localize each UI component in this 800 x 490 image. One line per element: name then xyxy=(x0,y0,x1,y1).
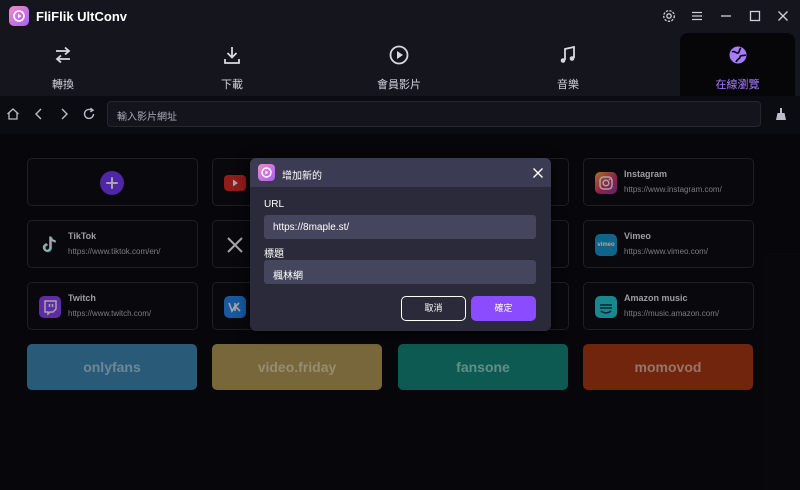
url-input[interactable]: 輸入影片網址 xyxy=(107,101,761,127)
tab-music-label: 音樂 xyxy=(557,79,579,91)
url-field-label: URL xyxy=(264,199,285,210)
tab-member-videos[interactable]: 會員影片 xyxy=(334,33,464,96)
music-note-icon xyxy=(557,44,579,66)
tab-member-videos-label: 會員影片 xyxy=(377,79,421,91)
close-window-icon[interactable] xyxy=(775,8,791,24)
globe-icon xyxy=(727,44,749,66)
tab-online-browse-label: 在線瀏覽 xyxy=(715,79,760,91)
download-icon xyxy=(221,44,243,66)
clear-broom-icon[interactable] xyxy=(773,106,789,122)
tab-download[interactable]: 下載 xyxy=(167,33,297,96)
back-arrow-icon[interactable] xyxy=(31,106,47,122)
refresh-icon[interactable] xyxy=(81,106,97,122)
add-site-dialog: 增加新的 URL https://8maple.st/ 標題 楓林網 取消 確定 xyxy=(250,158,551,331)
minimize-icon[interactable] xyxy=(718,8,734,24)
tab-convert[interactable]: 轉換 xyxy=(0,33,126,96)
maximize-icon[interactable] xyxy=(747,8,763,24)
cancel-button[interactable]: 取消 xyxy=(401,296,466,321)
app-logo-icon xyxy=(9,6,29,26)
url-field[interactable]: https://8maple.st/ xyxy=(264,215,536,239)
tab-music[interactable]: 音樂 xyxy=(503,33,633,96)
settings-gear-icon[interactable] xyxy=(661,8,677,24)
play-circle-icon xyxy=(388,44,410,66)
dialog-title: 增加新的 xyxy=(282,171,322,182)
title-bar: FliFlik UltConv xyxy=(0,0,800,33)
app-title: FliFlik UltConv xyxy=(36,9,127,24)
tab-online-browse[interactable]: 在線瀏覽 xyxy=(680,33,795,96)
forward-arrow-icon[interactable] xyxy=(56,106,72,122)
menu-icon[interactable] xyxy=(689,8,705,24)
close-icon[interactable] xyxy=(532,166,544,178)
app-logo-icon xyxy=(258,164,275,181)
convert-arrows-icon xyxy=(52,44,74,66)
confirm-button[interactable]: 確定 xyxy=(471,296,536,321)
tab-download-label: 下載 xyxy=(221,79,243,91)
tab-convert-label: 轉換 xyxy=(52,79,74,91)
home-icon[interactable] xyxy=(5,106,21,122)
title-field-label: 標題 xyxy=(264,249,284,260)
dialog-header: 增加新的 xyxy=(250,158,551,187)
main-nav: 轉換 下載 會員影片 音樂 在線瀏覽 xyxy=(0,33,800,96)
title-field[interactable]: 楓林網 xyxy=(264,260,536,284)
